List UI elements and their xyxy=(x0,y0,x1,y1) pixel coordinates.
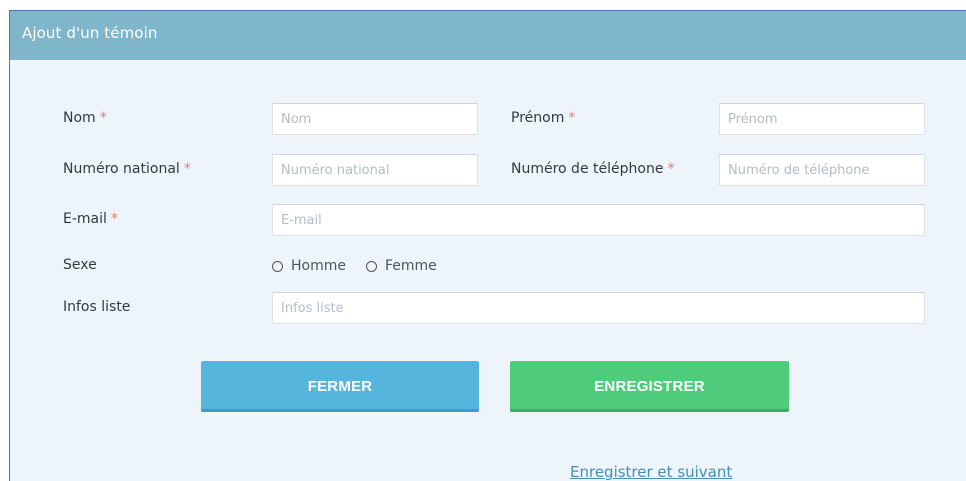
infos-liste-input[interactable] xyxy=(272,292,925,324)
numero-national-input[interactable] xyxy=(272,154,478,186)
add-witness-dialog: Ajout d'un témoin Nom* Prénom* Numéro na… xyxy=(9,10,966,481)
radio-circle-icon[interactable] xyxy=(365,260,377,272)
email-input[interactable] xyxy=(272,204,925,236)
infos-liste-label: Infos liste xyxy=(63,299,131,315)
nom-input[interactable] xyxy=(272,103,478,135)
telephone-label: Numéro de téléphone * xyxy=(511,161,675,177)
radio-circle-icon[interactable] xyxy=(272,260,283,272)
telephone-input[interactable] xyxy=(719,154,925,186)
required-mark: * xyxy=(110,211,118,227)
close-button[interactable]: FERMER xyxy=(201,361,479,412)
required-mark: * xyxy=(183,161,191,177)
save-button[interactable]: ENREGISTRER xyxy=(510,361,789,412)
sexe-label: Sexe xyxy=(63,257,97,273)
save-and-next-link[interactable]: Enregistrer et suivant xyxy=(570,463,732,481)
required-mark: * xyxy=(667,161,675,177)
sexe-option-homme[interactable]: Homme xyxy=(272,258,346,274)
prenom-label: Prénom * xyxy=(511,110,576,126)
prenom-input[interactable] xyxy=(719,103,925,135)
dialog-header: Ajout d'un témoin xyxy=(10,11,966,60)
dialog-title: Ajout d'un témoin xyxy=(22,24,158,42)
nom-label: Nom * xyxy=(63,110,107,126)
email-label: E-mail * xyxy=(63,211,118,227)
numero-national-label: Numéro national * xyxy=(63,161,191,177)
sexe-option-femme[interactable]: Femme xyxy=(365,258,437,274)
required-mark: * xyxy=(99,110,107,126)
required-mark: * xyxy=(568,110,576,126)
sexe-radio-group: Homme Femme xyxy=(272,256,457,276)
